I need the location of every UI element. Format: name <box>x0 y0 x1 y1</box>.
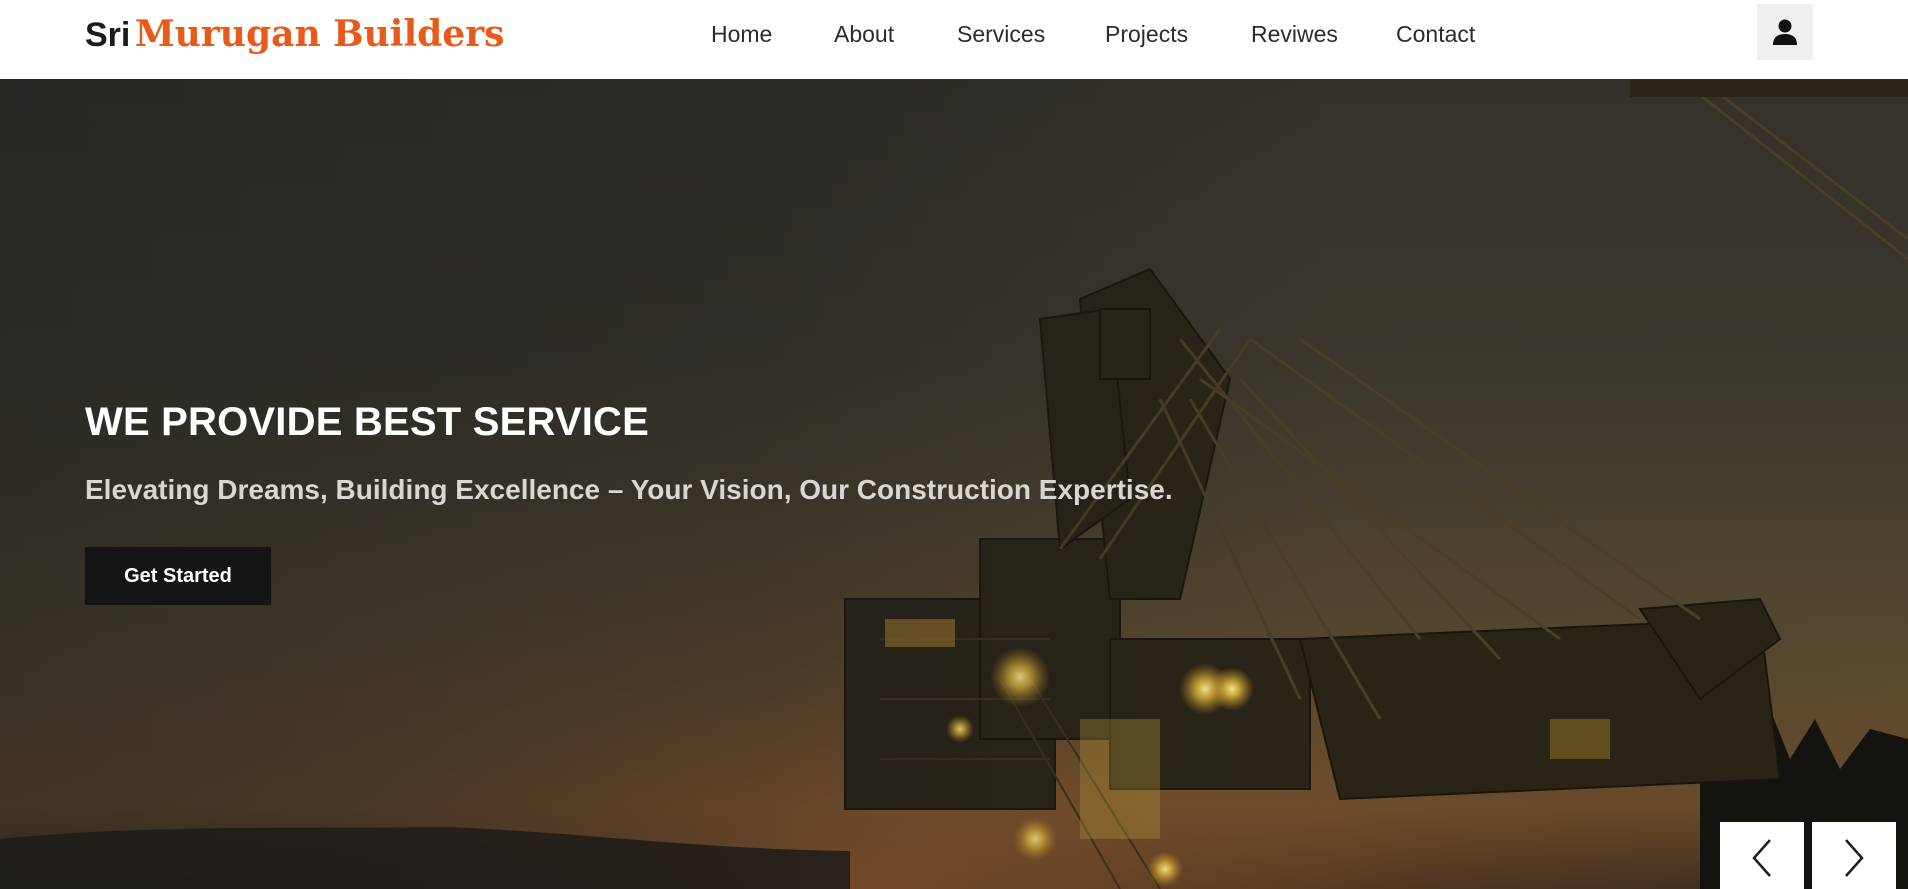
nav-link-reviews[interactable]: Reviwes <box>1251 19 1338 49</box>
chevron-left-icon <box>1752 839 1771 877</box>
user-account-button[interactable] <box>1757 4 1813 60</box>
carousel-prev-button[interactable] <box>1720 822 1804 889</box>
hero-banner: WE PROVIDE BEST SERVICE Elevating Dreams… <box>0 79 1908 889</box>
hero-subtitle: Elevating Dreams, Building Excellence – … <box>85 474 1173 505</box>
nav-link-about[interactable]: About <box>834 19 894 49</box>
get-started-button[interactable]: Get Started <box>85 547 271 605</box>
nav-link-home[interactable]: Home <box>711 19 772 49</box>
hero-title: WE PROVIDE BEST SERVICE <box>85 400 649 444</box>
nav-link-services[interactable]: Services <box>957 19 1045 49</box>
chevron-right-icon <box>1845 839 1864 877</box>
user-icon <box>1773 19 1797 45</box>
brand-first-word: Sri <box>85 16 131 54</box>
nav-link-projects[interactable]: Projects <box>1105 19 1188 49</box>
brand-logo[interactable]: Sri Murugan Builders <box>85 11 504 57</box>
brand-name-accent: Murugan Builders <box>134 13 505 55</box>
carousel-next-button[interactable] <box>1812 822 1896 889</box>
top-navbar: Sri Murugan Builders Home About Services… <box>0 0 1908 79</box>
nav-link-contact[interactable]: Contact <box>1396 19 1475 49</box>
